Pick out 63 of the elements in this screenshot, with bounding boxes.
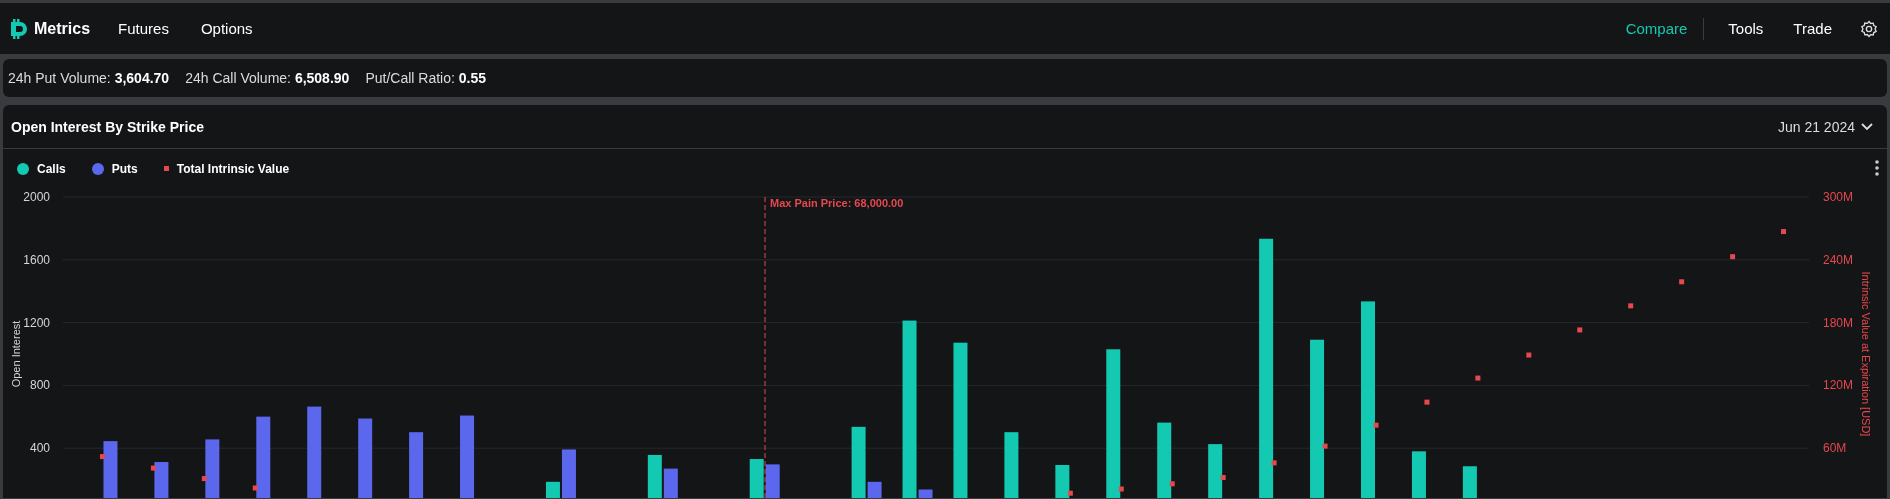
nav-link[interactable]: Futures bbox=[118, 16, 169, 41]
data-point bbox=[1730, 254, 1736, 260]
axis-tick-label: 2000 bbox=[23, 190, 50, 204]
data-point bbox=[1526, 352, 1532, 358]
more-options-icon[interactable] bbox=[1875, 160, 1879, 176]
nav-link[interactable]: Trade bbox=[1793, 16, 1832, 41]
data-point bbox=[1475, 375, 1481, 381]
data-point bbox=[1169, 481, 1175, 487]
settings-icon[interactable] bbox=[1860, 19, 1878, 38]
axis-title: Open Interest bbox=[10, 320, 22, 388]
bar bbox=[154, 462, 169, 498]
data-point bbox=[1628, 303, 1634, 309]
bar bbox=[749, 459, 764, 498]
logo-text: Metrics bbox=[34, 19, 91, 38]
bar bbox=[1004, 432, 1019, 498]
axis-tick-label: 240M bbox=[1823, 252, 1854, 267]
bar bbox=[409, 432, 424, 498]
bar bbox=[1411, 451, 1426, 498]
legend-label[interactable]: Puts bbox=[111, 161, 138, 176]
data-point bbox=[1424, 399, 1430, 405]
stat-text: 24h Call Volume: 6,508.90 bbox=[185, 70, 350, 86]
bar bbox=[1208, 444, 1223, 498]
axis-tick-label: 180M bbox=[1823, 315, 1854, 330]
data-point bbox=[150, 465, 156, 471]
chevron-down-icon bbox=[1861, 122, 1873, 131]
axis-tick-label: 800 bbox=[29, 378, 50, 393]
nav-link[interactable]: Options bbox=[200, 16, 253, 41]
axis-tick-label: 1600 bbox=[23, 252, 50, 267]
annotation-label: Max Pain Price: 68,000.00 bbox=[770, 197, 904, 209]
data-point bbox=[1271, 460, 1277, 466]
expiry-dropdown[interactable]: Jun 21 2024 bbox=[1771, 114, 1879, 139]
legend-label[interactable]: Total Intrinsic Value bbox=[176, 161, 290, 176]
axis-title: Intrinsic Value at Expiration [USD] bbox=[1860, 271, 1872, 437]
data-point bbox=[1373, 422, 1379, 428]
data-point bbox=[252, 485, 258, 491]
data-point bbox=[99, 454, 105, 460]
bar bbox=[103, 441, 118, 498]
stat-text: 24h Put Volume: 3,604.70 bbox=[8, 70, 170, 86]
axis-tick-label: 60M bbox=[1823, 441, 1847, 456]
axis-tick-label: 1200 bbox=[23, 315, 50, 330]
bar bbox=[205, 439, 220, 498]
axis-tick-label: 300M bbox=[1823, 190, 1854, 204]
data-point bbox=[1781, 229, 1787, 235]
legend-dot-icon bbox=[91, 162, 104, 175]
data-point bbox=[1220, 475, 1226, 480]
data-point bbox=[1322, 443, 1328, 449]
data-point bbox=[1067, 490, 1073, 496]
stat-text: Put/Call Ratio: 0.55 bbox=[365, 70, 486, 86]
logo-icon bbox=[8, 18, 30, 39]
bar bbox=[1055, 465, 1070, 498]
axis-tick-label: 400 bbox=[29, 441, 50, 456]
legend-label[interactable]: Calls bbox=[37, 161, 66, 176]
data-point bbox=[1679, 279, 1685, 285]
nav-link[interactable]: Compare bbox=[1625, 16, 1688, 41]
data-point bbox=[1577, 327, 1583, 333]
bar bbox=[1462, 466, 1477, 498]
legend-dot-icon bbox=[17, 162, 29, 175]
data-point bbox=[1118, 486, 1124, 492]
nav-link[interactable]: Tools bbox=[1728, 16, 1764, 41]
axis-tick-label: 120M bbox=[1823, 378, 1854, 393]
panel-title: Open Interest By Strike Price bbox=[11, 118, 204, 135]
bar bbox=[765, 464, 780, 498]
data-point bbox=[201, 476, 207, 482]
